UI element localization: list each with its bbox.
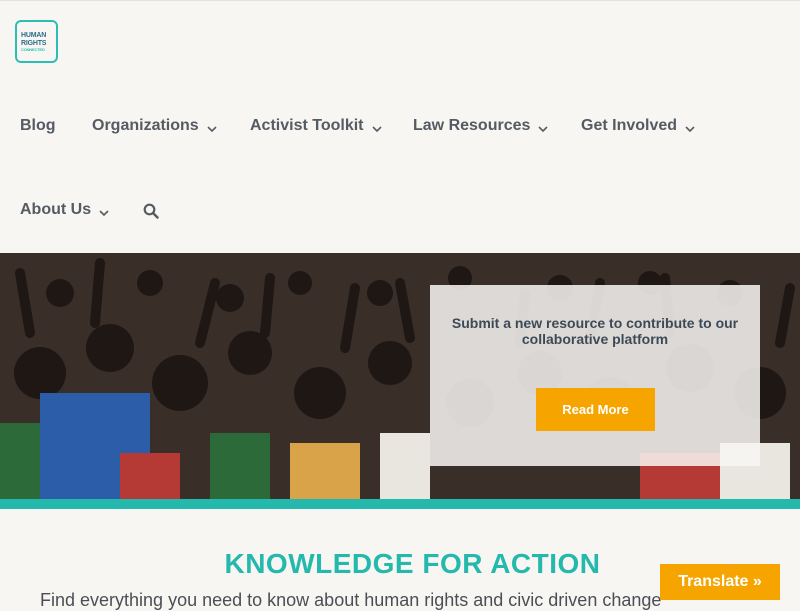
logo-line-1: HUMAN [21,31,47,39]
hero-card: Submit a new resource to contribute to o… [430,285,760,466]
nav-law-resources[interactable]: Law Resources [413,117,548,135]
search-icon[interactable] [143,203,159,219]
nav-about-us-label: About Us [20,201,92,218]
logo-line-2: RIGHTS [21,39,47,47]
chevron-down-icon [538,126,548,133]
read-more-button[interactable]: Read More [536,388,655,431]
nav-law-resources-label: Law Resources [413,117,531,134]
chevron-down-icon [99,210,109,217]
hero-banner: Submit a new resource to contribute to o… [0,253,800,499]
hero-text: Submit a new resource to contribute to o… [451,315,739,347]
nav-about-us[interactable]: About Us [20,201,109,219]
nav-get-involved[interactable]: Get Involved [581,117,695,135]
nav-activist-toolkit[interactable]: Activist Toolkit [250,117,382,135]
teal-divider [0,499,800,509]
top-divider [0,0,800,1]
site-logo[interactable]: HUMAN RIGHTS CONNECTED [15,20,58,63]
chevron-down-icon [207,126,217,133]
nav-organizations[interactable]: Organizations [92,117,217,135]
logo-line-3: CONNECTED [21,46,45,52]
nav-organizations-label: Organizations [92,117,199,134]
nav-blog-label: Blog [20,117,56,134]
nav-activist-toolkit-label: Activist Toolkit [250,117,364,134]
nav-get-involved-label: Get Involved [581,117,678,134]
nav-blog[interactable]: Blog [20,117,56,135]
translate-button[interactable]: Translate » [660,564,780,600]
chevron-down-icon [371,126,382,133]
chevron-down-icon [685,126,695,133]
